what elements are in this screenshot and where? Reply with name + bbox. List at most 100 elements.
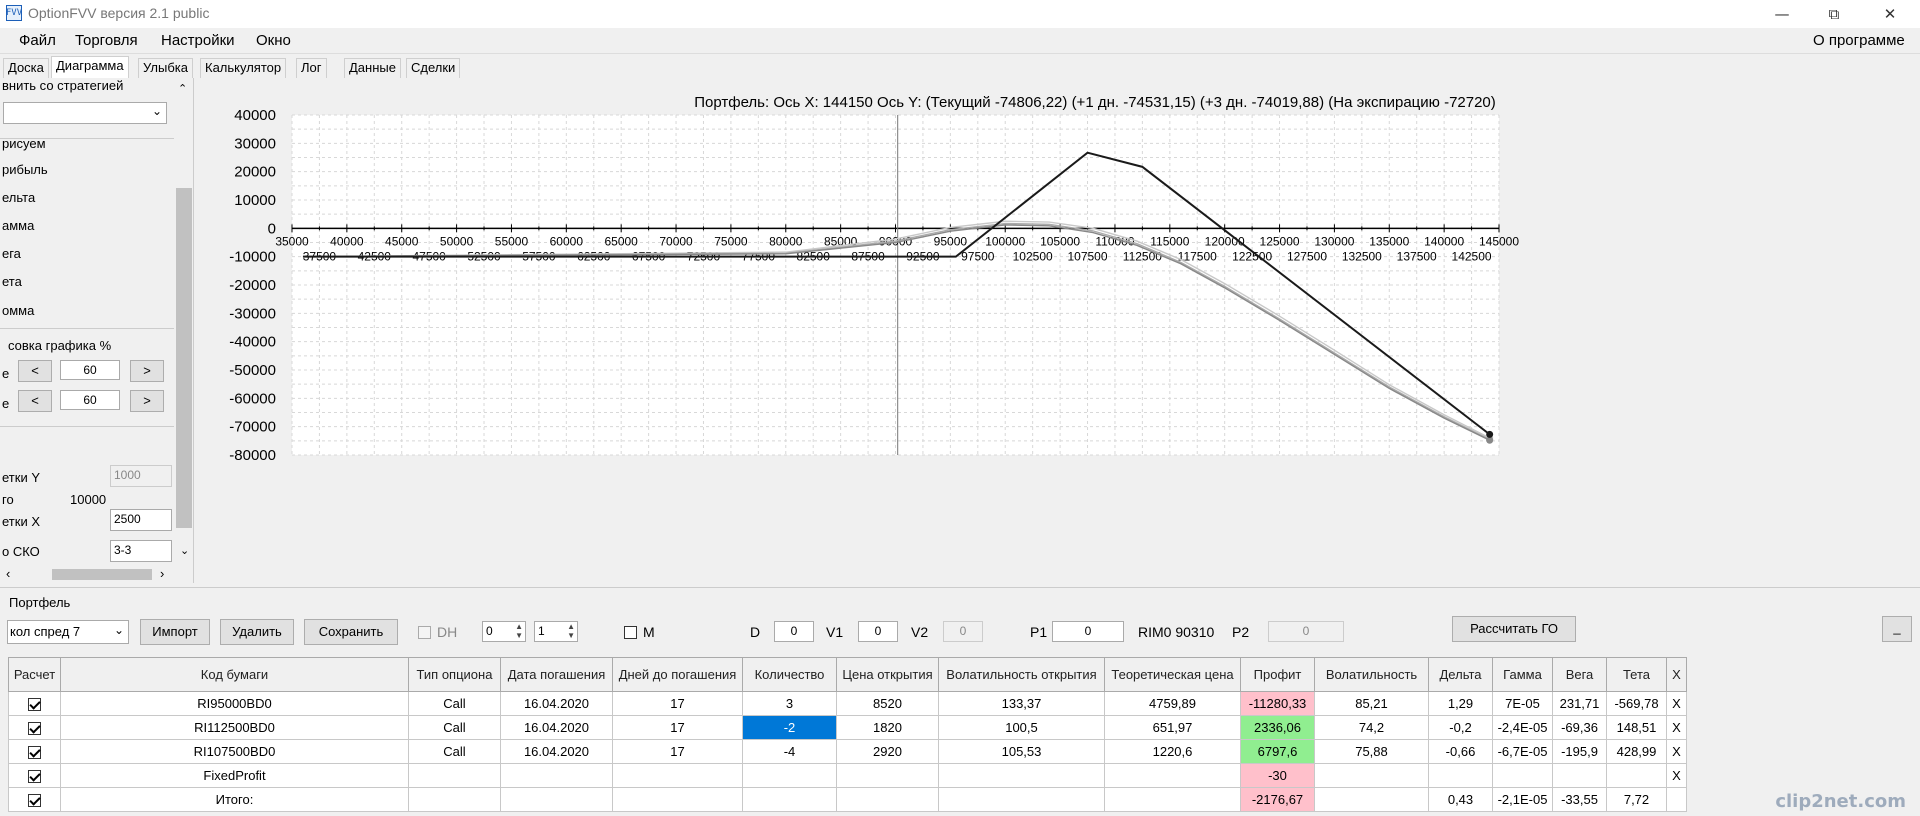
minimize-panel-button[interactable]: _: [1882, 616, 1912, 642]
p2-field[interactable]: 0: [1268, 621, 1344, 642]
header-vol[interactable]: Волатильность: [1314, 657, 1429, 692]
calc-checkbox[interactable]: [28, 770, 41, 784]
calculate-margin-button[interactable]: Рассчитать ГО: [1452, 616, 1576, 642]
option-profit[interactable]: рибыль: [2, 162, 48, 177]
option-vega[interactable]: ега: [2, 246, 21, 261]
v2-field[interactable]: 0: [943, 621, 983, 642]
calc-checkbox[interactable]: [28, 794, 41, 808]
cell-qty[interactable]: [742, 763, 837, 788]
cell-qty[interactable]: [742, 787, 837, 812]
scroll-left-icon[interactable]: ‹: [6, 566, 10, 581]
header-theo-price[interactable]: Теоретическая цена: [1104, 657, 1241, 692]
delete-button[interactable]: Удалить: [220, 619, 294, 645]
cell-calc[interactable]: [8, 691, 61, 716]
cell-calc[interactable]: [8, 787, 61, 812]
scale1-value[interactable]: 60: [60, 360, 120, 380]
profit-chart[interactable]: 40000 30000 20000 100000 -10000 -20000 -30000 -…: [196, 78, 1920, 583]
menu-window[interactable]: Окно: [256, 32, 291, 49]
tab-diagram[interactable]: Диаграмма: [51, 56, 129, 78]
d-field[interactable]: 0: [774, 621, 814, 642]
tab-calculator[interactable]: Калькулятор: [200, 58, 287, 78]
option-gamma[interactable]: амма: [2, 218, 34, 233]
table-row[interactable]: RI112500BD0 Call 16.04.2020 17 -2 1820 100,5 65…: [8, 715, 1687, 740]
spinner-1[interactable]: 0 ▲ ▼: [482, 621, 526, 642]
dh-checkbox[interactable]: [418, 626, 431, 639]
spinner-arrows-icon[interactable]: ▲ ▼: [515, 622, 523, 640]
header-theta[interactable]: Тета: [1606, 657, 1667, 692]
cell-qty[interactable]: -2: [742, 715, 837, 740]
p1-field[interactable]: 0: [1052, 621, 1124, 642]
table-row[interactable]: RI95000BD0 Call 16.04.2020 17 3 8520 133,37 475…: [8, 691, 1687, 716]
table-row[interactable]: Итого: -2176,67 0,43 -2,1E-05 -33,55 7,72: [8, 787, 1687, 812]
close-window-icon[interactable]: ✕: [1868, 2, 1912, 26]
cell-qty[interactable]: 3: [742, 691, 837, 716]
header-remove[interactable]: X: [1666, 657, 1687, 692]
horizontal-scrollbar-thumb[interactable]: [52, 569, 152, 580]
sko-field[interactable]: 3-3: [110, 540, 172, 562]
cell-remove[interactable]: X: [1666, 763, 1687, 788]
header-vega[interactable]: Вега: [1552, 657, 1607, 692]
m-checkbox[interactable]: [624, 626, 637, 639]
menu-trading[interactable]: Торговля: [75, 32, 138, 49]
spinner-arrows-icon[interactable]: ▲ ▼: [567, 622, 575, 640]
cell-remove[interactable]: X: [1666, 739, 1687, 764]
header-delta[interactable]: Дельта: [1428, 657, 1493, 692]
grid-y-label: етки Y: [2, 470, 40, 485]
grid-y-field[interactable]: 1000: [110, 465, 172, 487]
scale1-prev-button[interactable]: <: [18, 360, 52, 382]
cell-qty[interactable]: -4: [742, 739, 837, 764]
tab-log[interactable]: Лог: [296, 58, 327, 78]
scale1-next-button[interactable]: >: [130, 360, 164, 382]
table-row[interactable]: RI107500BD0 Call 16.04.2020 17 -4 2920 105,53 1…: [8, 739, 1687, 764]
header-expiry[interactable]: Дата погашения: [500, 657, 613, 692]
header-open-price[interactable]: Цена открытия: [836, 657, 939, 692]
cell-calc[interactable]: [8, 739, 61, 764]
header-gamma[interactable]: Гамма: [1492, 657, 1553, 692]
header-calc[interactable]: Расчет: [8, 657, 61, 692]
save-button[interactable]: Сохранить: [304, 619, 398, 645]
calc-checkbox[interactable]: [28, 722, 41, 736]
minimize-window-icon[interactable]: —: [1760, 2, 1804, 26]
scale2-value[interactable]: 60: [60, 390, 120, 410]
header-qty[interactable]: Количество: [742, 657, 837, 692]
menu-settings[interactable]: Настройки: [161, 32, 235, 49]
header-open-vol[interactable]: Волатильность открытия: [938, 657, 1105, 692]
horizontal-scrollbar[interactable]: ‹ ›: [0, 566, 174, 583]
cell-expiry: 16.04.2020: [500, 715, 613, 740]
option-theta[interactable]: ета: [2, 274, 22, 289]
header-profit[interactable]: Профит: [1240, 657, 1315, 692]
table-row[interactable]: FixedProfit -30 X: [8, 763, 1687, 788]
restore-window-icon[interactable]: ⧉: [1812, 2, 1856, 26]
scale2-next-button[interactable]: >: [130, 390, 164, 412]
v1-field[interactable]: 0: [858, 621, 898, 642]
strategy-compare-select[interactable]: ⌄: [3, 102, 167, 124]
header-type[interactable]: Тип опциона: [408, 657, 501, 692]
menu-file[interactable]: Файл: [19, 32, 56, 49]
scroll-right-icon[interactable]: ›: [160, 566, 164, 581]
header-code[interactable]: Код бумаги: [60, 657, 409, 692]
tab-board[interactable]: Доска: [3, 58, 49, 78]
calc-checkbox[interactable]: [28, 698, 41, 712]
tab-smile[interactable]: Улыбка: [138, 58, 193, 78]
scroll-up-icon[interactable]: ⌃: [178, 82, 187, 95]
strategy-select[interactable]: кол спред 7 ⌄: [7, 620, 129, 644]
cell-remove[interactable]: X: [1666, 715, 1687, 740]
scale2-prev-button[interactable]: <: [18, 390, 52, 412]
vertical-scrollbar-thumb[interactable]: [176, 188, 192, 528]
cell-remove[interactable]: X: [1666, 691, 1687, 716]
option-vomma[interactable]: омма: [2, 303, 34, 318]
scroll-down-icon[interactable]: ⌄: [180, 544, 189, 557]
cell-calc[interactable]: [8, 715, 61, 740]
x-tick-label: 125000: [1260, 234, 1300, 248]
import-button[interactable]: Импорт: [140, 619, 210, 645]
spinner-2[interactable]: 1 ▲ ▼: [534, 621, 578, 642]
cell-calc[interactable]: [8, 763, 61, 788]
option-delta[interactable]: ельта: [2, 190, 35, 205]
grid-x-field[interactable]: 2500: [110, 509, 172, 531]
menu-about[interactable]: О программе: [1813, 32, 1905, 49]
calc-checkbox[interactable]: [28, 746, 41, 760]
tab-data[interactable]: Данные: [344, 58, 401, 78]
tab-deals[interactable]: Сделки: [406, 58, 461, 78]
header-days[interactable]: Дней до погашения: [612, 657, 743, 692]
cell-remove[interactable]: [1666, 787, 1687, 812]
